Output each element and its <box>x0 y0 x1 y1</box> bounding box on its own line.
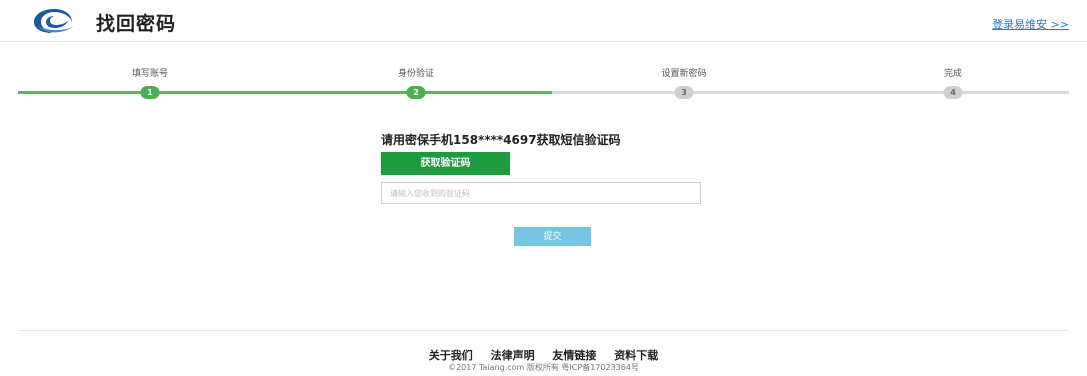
header: 找回密码 登录易维安 >> <box>0 0 1087 42</box>
page-title: 找回密码 <box>96 13 177 35</box>
progress-steps: 填写账号 身份验证 设置新密码 完成 1 2 3 4 <box>0 62 1087 102</box>
footer-links: 关于我们 法律声明 友情链接 资料下载 <box>0 347 1087 363</box>
login-link[interactable]: 登录易维安 >> <box>992 16 1069 32</box>
footer-link-about[interactable]: 关于我们 <box>429 349 473 362</box>
step-label-3: 设置新密码 <box>661 69 707 79</box>
step-dot-4: 4 <box>943 86 963 99</box>
progress-track-remaining <box>552 91 1069 94</box>
progress-track-completed <box>18 91 552 94</box>
step-dot-3: 3 <box>674 86 694 99</box>
verify-prompt: 请用密保手机158****4697获取短信验证码 <box>381 133 621 147</box>
footer-divider <box>18 330 1069 331</box>
step-dot-2: 2 <box>406 86 426 99</box>
copyright-text: ©2017 Taiang.com 版权所有 粤ICP备17023364号 <box>448 363 639 372</box>
step-label-2: 身份验证 <box>397 69 435 79</box>
step-label-1: 填写账号 <box>131 69 169 79</box>
code-input[interactable] <box>381 182 701 204</box>
get-code-button[interactable]: 获取验证码 <box>381 152 510 175</box>
swirl-logo-icon[interactable] <box>30 6 78 36</box>
footer-link-legal[interactable]: 法律声明 <box>491 349 535 362</box>
submit-button[interactable]: 提交 <box>514 227 591 246</box>
footer-link-downloads[interactable]: 资料下载 <box>614 349 658 362</box>
footer-link-friends[interactable]: 友情链接 <box>552 349 596 362</box>
step-label-4: 完成 <box>943 69 963 79</box>
step-dot-1: 1 <box>140 86 160 99</box>
